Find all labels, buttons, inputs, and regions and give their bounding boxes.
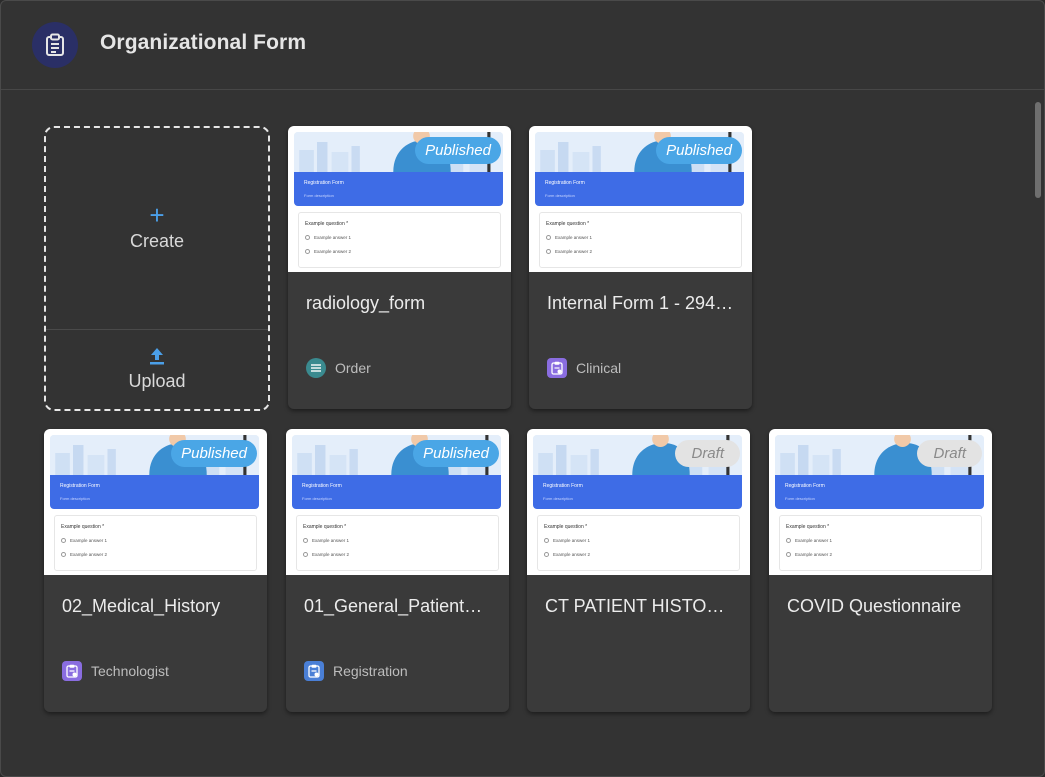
- form-category: Technologist: [62, 661, 169, 681]
- form-title: radiology_form: [306, 293, 426, 313]
- thumbnail-question: Example question * Example answer 1 Exam…: [298, 212, 501, 268]
- thumbnail-header: Registration Form Form description: [535, 172, 744, 206]
- list-icon: [306, 358, 326, 378]
- thumbnail-description: Form description: [60, 496, 90, 501]
- form-category-label: Technologist: [91, 663, 169, 679]
- header: Organizational Form: [1, 1, 1044, 90]
- form-title: COVID Questionnaire: [787, 596, 962, 616]
- status-badge: Draft: [917, 440, 982, 467]
- thumbnail-description: Form description: [304, 193, 334, 198]
- form-category: Order: [306, 358, 371, 378]
- status-badge: Published: [656, 137, 742, 164]
- thumbnail-question-text: Example question *: [546, 221, 590, 227]
- status-badge: Draft: [675, 440, 740, 467]
- thumbnail-question-text: Example question *: [305, 221, 349, 227]
- thumbnail-title: Registration Form: [60, 483, 100, 489]
- form-card[interactable]: Registration Form Form description Examp…: [529, 126, 752, 409]
- thumbnail-title: Registration Form: [543, 483, 583, 489]
- clipboard-icon: [32, 22, 78, 68]
- thumbnail-question: Example question * Example answer 1 Exam…: [537, 515, 740, 571]
- clipboard-icon: [304, 661, 324, 681]
- status-badge: Published: [171, 440, 257, 467]
- form-category: Clinical: [547, 358, 621, 378]
- thumbnail-header: Registration Form Form description: [292, 475, 501, 509]
- plus-icon: +: [149, 200, 165, 230]
- upload-label: Upload: [128, 371, 186, 391]
- form-card[interactable]: Registration Form Form description Examp…: [286, 429, 509, 712]
- upload-icon: [150, 348, 164, 365]
- thumbnail-question-text: Example question *: [786, 524, 830, 530]
- form-card[interactable]: Registration Form Form description Examp…: [44, 429, 267, 712]
- upload-button[interactable]: Upload: [46, 330, 268, 409]
- thumbnail-description: Form description: [302, 496, 332, 501]
- thumbnail-description: Form description: [543, 496, 573, 501]
- thumbnail-title: Registration Form: [545, 180, 585, 186]
- form-card[interactable]: Registration Form Form description Examp…: [769, 429, 992, 712]
- scrollbar-thumb[interactable]: [1035, 102, 1041, 198]
- status-badge: Published: [415, 137, 501, 164]
- organizational-form-window: Organizational Form + Create Upload Regi…: [0, 0, 1045, 777]
- thumbnail-title: Registration Form: [304, 180, 344, 186]
- thumbnail-question-text: Example question *: [303, 524, 347, 530]
- thumbnail-description: Form description: [545, 193, 575, 198]
- form-title: 01_General_Patient_I…: [304, 596, 491, 616]
- create-upload-card: + Create Upload: [44, 126, 270, 411]
- form-category-label: Order: [335, 360, 371, 376]
- thumbnail-question: Example question * Example answer 1 Exam…: [54, 515, 257, 571]
- form-category-label: Registration: [333, 663, 408, 679]
- form-category-label: Clinical: [576, 360, 622, 376]
- thumbnail-header: Registration Form Form description: [533, 475, 742, 509]
- form-title: Internal Form 1 - 294…: [547, 293, 734, 313]
- thumbnail-title: Registration Form: [302, 483, 342, 489]
- thumbnail-header: Registration Form Form description: [50, 475, 259, 509]
- thumbnail-question: Example question * Example answer 1 Exam…: [779, 515, 982, 571]
- form-title: CT PATIENT HISTORY…: [545, 596, 732, 616]
- create-label: Create: [129, 231, 185, 251]
- clipboard-icon: [547, 358, 567, 378]
- form-card[interactable]: Registration Form Form description Examp…: [288, 126, 511, 409]
- thumbnail-question: Example question * Example answer 1 Exam…: [539, 212, 742, 268]
- thumbnail-title: Registration Form: [785, 483, 825, 489]
- form-category: Registration: [304, 661, 408, 681]
- create-button[interactable]: + Create: [46, 128, 268, 329]
- page-title: Organizational Form: [100, 31, 307, 54]
- thumbnail-description: Form description: [785, 496, 815, 501]
- thumbnail-header: Registration Form Form description: [294, 172, 503, 206]
- form-title: 02_Medical_History: [62, 596, 221, 616]
- thumbnail-question-text: Example question *: [61, 524, 105, 530]
- form-card[interactable]: Registration Form Form description Examp…: [527, 429, 750, 712]
- thumbnail-question-text: Example question *: [544, 524, 588, 530]
- thumbnail-header: Registration Form Form description: [775, 475, 984, 509]
- clipboard-icon: [62, 661, 82, 681]
- status-badge: Published: [413, 440, 499, 467]
- thumbnail-question: Example question * Example answer 1 Exam…: [296, 515, 499, 571]
